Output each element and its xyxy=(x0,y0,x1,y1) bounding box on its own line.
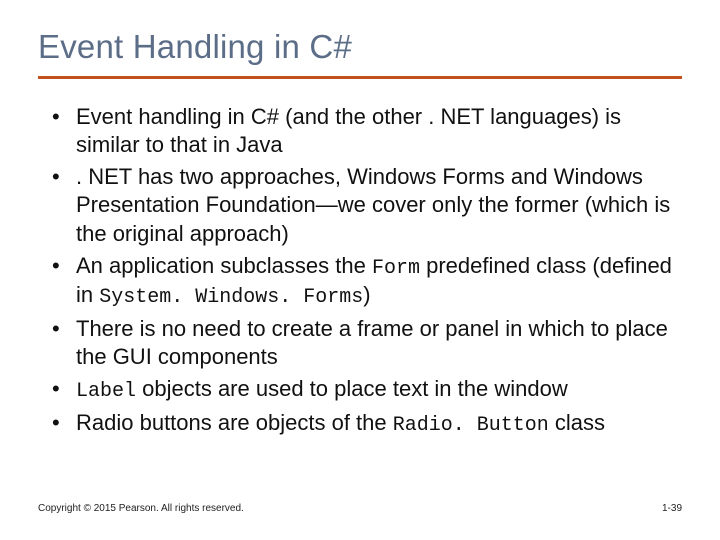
list-item: Label objects are used to place text in … xyxy=(48,375,682,405)
list-item: An application subclasses the Form prede… xyxy=(48,252,682,311)
code-text: Form xyxy=(372,257,420,280)
bullet-text: There is no need to create a frame or pa… xyxy=(76,316,668,369)
code-text: Radio. Button xyxy=(393,414,549,437)
title-rule xyxy=(38,76,682,79)
list-item: There is no need to create a frame or pa… xyxy=(48,315,682,371)
slide-title: Event Handling in C# xyxy=(38,28,682,66)
bullet-text: . NET has two approaches, Windows Forms … xyxy=(76,164,670,245)
bullet-text: Event handling in C# (and the other . NE… xyxy=(76,104,621,157)
bullet-text: Radio buttons are objects of the xyxy=(76,410,393,435)
copyright-footer: Copyright © 2015 Pearson. All rights res… xyxy=(38,503,244,514)
code-text: System. Windows. Forms xyxy=(99,286,363,309)
code-text: Label xyxy=(76,380,136,403)
bullet-list: Event handling in C# (and the other . NE… xyxy=(48,103,682,438)
bullet-text: An application subclasses the xyxy=(76,253,372,278)
list-item: Radio buttons are objects of the Radio. … xyxy=(48,409,682,439)
list-item: Event handling in C# (and the other . NE… xyxy=(48,103,682,159)
page-number: 1-39 xyxy=(662,503,682,514)
slide: Event Handling in C# Event handling in C… xyxy=(0,0,720,540)
bullet-text: class xyxy=(549,410,605,435)
list-item: . NET has two approaches, Windows Forms … xyxy=(48,163,682,247)
bullet-text: ) xyxy=(363,282,370,307)
bullet-text: objects are used to place text in the wi… xyxy=(136,376,568,401)
